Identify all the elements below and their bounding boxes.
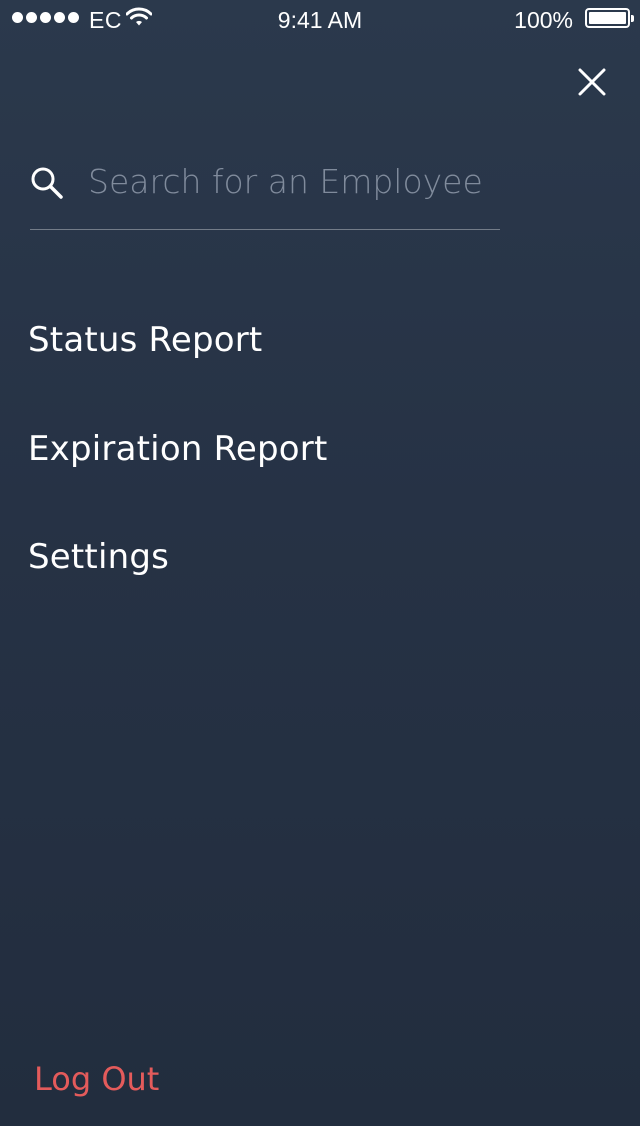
menu-item-status-report[interactable]: Status Report [28,318,262,362]
battery-icon [585,8,634,28]
menu-item-settings[interactable]: Settings [28,535,169,579]
search-icon [30,166,64,200]
status-bar: EC 9:41 AM 100% [0,0,640,40]
close-button[interactable] [570,60,614,104]
search-input[interactable] [88,156,498,206]
employee-search [30,150,500,230]
close-icon [578,68,606,96]
menu-item-expiration-report[interactable]: Expiration Report [28,427,328,471]
side-menu-screen: EC 9:41 AM 100% Status Rep [0,0,640,1126]
logout-button[interactable]: Log Out [34,1057,159,1101]
battery-percent: 100% [514,7,573,33]
battery-fill [589,12,626,24]
